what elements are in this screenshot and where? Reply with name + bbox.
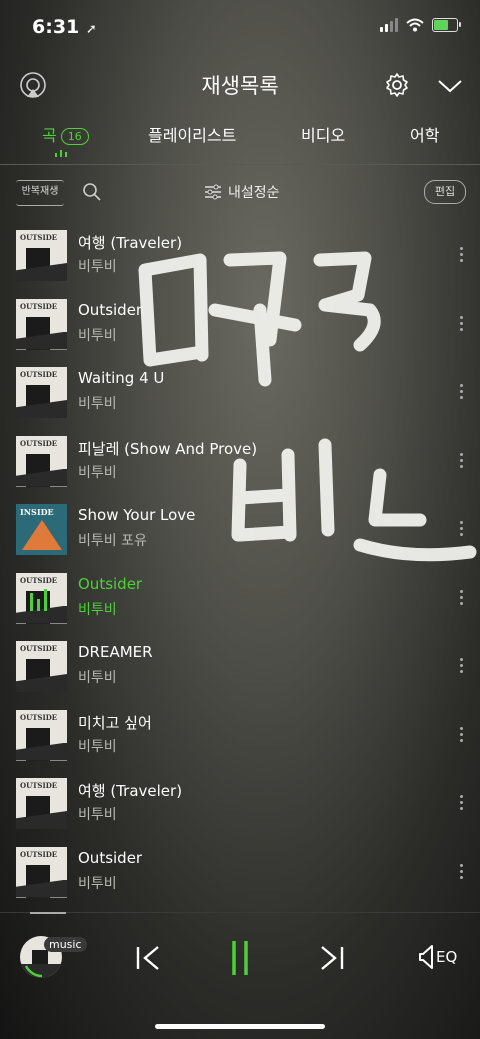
player-divider: [0, 912, 480, 913]
song-title: Waiting 4 U: [78, 369, 165, 387]
tab-songs-label: 곡: [42, 126, 57, 145]
tab-songs[interactable]: 곡 16: [42, 122, 89, 146]
album-art: OUTSIDE: [16, 846, 67, 898]
more-options-icon[interactable]: [460, 384, 464, 402]
song-row[interactable]: OUTSIDE 여행 (Traveler) 비투비: [0, 770, 480, 839]
pause-icon[interactable]: [226, 938, 254, 978]
album-art: OUTSIDE: [16, 298, 67, 350]
tab-active-indicator: [55, 150, 67, 157]
album-art-text: OUTSIDE: [20, 301, 58, 311]
song-row[interactable]: OUTSIDE 여행 (Traveler) 비투비: [0, 222, 480, 291]
tab-playlists[interactable]: 플레이리스트: [148, 122, 236, 146]
more-options-icon[interactable]: [460, 452, 464, 471]
album-art: OUTSIDE: [16, 778, 67, 829]
sort-button[interactable]: 내설정순: [204, 182, 280, 202]
edit-button[interactable]: 편집: [424, 180, 466, 204]
song-artist: 비투비: [78, 259, 117, 275]
more-options-icon[interactable]: [460, 795, 464, 813]
song-artist: 비투비: [78, 327, 117, 344]
album-art-text: INSIDE: [20, 507, 54, 517]
song-row[interactable]: OUTSIDE DREAMER 비투비: [0, 633, 480, 702]
album-art: INSIDE: [16, 504, 67, 555]
song-row[interactable]: OUTSIDE Outsider 비투비: [0, 839, 480, 908]
album-art: OUTSIDE: [16, 435, 67, 487]
album-art-text: OUTSIDE: [20, 712, 58, 722]
more-options-icon[interactable]: [460, 726, 464, 745]
song-title: 미치고 싶어: [78, 713, 152, 732]
song-title: DREAMER: [78, 643, 153, 661]
song-title: Outsider: [78, 300, 143, 319]
album-art-text: OUTSIDE: [20, 370, 58, 379]
album-art-text: OUTSIDE: [20, 644, 58, 653]
location-arrow-icon: ➚: [85, 22, 97, 37]
speaker-icon: [419, 945, 433, 969]
search-icon[interactable]: [82, 182, 102, 202]
song-title: Show Your Love: [78, 506, 196, 524]
next-track-icon[interactable]: [318, 944, 346, 972]
gear-icon[interactable]: [384, 72, 410, 98]
song-row[interactable]: OUTSIDE 미치고 싶어비투비: [0, 702, 480, 771]
more-options-icon[interactable]: [460, 521, 464, 539]
song-title: 여행 (Traveler): [78, 234, 183, 252]
album-art-text: OUTSIDE: [20, 233, 58, 242]
status-icons: [380, 18, 461, 32]
song-artist: 비투비: [78, 875, 117, 892]
song-artist: 비투비: [78, 738, 117, 755]
song-list[interactable]: OUTSIDE 여행 (Traveler) 비투비 OUTSIDE Outsider 비투…: [0, 222, 480, 907]
song-row[interactable]: OUTSIDE Outsider 비투비: [0, 291, 480, 360]
song-artist: 비투비: [78, 464, 117, 481]
battery-icon: [432, 18, 461, 32]
album-art: OUTSIDE: [16, 367, 67, 418]
status-time: 6:31 ➚: [32, 16, 97, 38]
more-options-icon[interactable]: [460, 863, 464, 882]
song-title: Outsider: [78, 574, 143, 593]
repeat-button[interactable]: 반복재생: [16, 180, 64, 206]
song-title: 피날레 (Show And Prove): [78, 439, 258, 458]
tab-divider: [0, 164, 480, 165]
cellular-signal-icon: [380, 18, 398, 32]
song-artist: 비투비 포유: [78, 533, 147, 549]
song-row[interactable]: OUTSIDE 피날레 (Show And Prove) 비투비: [0, 428, 480, 497]
previous-track-icon[interactable]: [134, 944, 162, 972]
album-art-text: OUTSIDE: [20, 849, 58, 859]
song-row[interactable]: INSIDE Show Your Love 비투비 포유: [0, 496, 480, 565]
song-count-badge: 16: [60, 128, 89, 145]
album-art-text: OUTSIDE: [20, 781, 58, 790]
song-title: 여행 (Traveler): [78, 782, 183, 800]
song-artist: 비투비: [78, 396, 117, 412]
more-options-icon[interactable]: [460, 247, 464, 265]
album-art: OUTSIDE: [16, 572, 67, 624]
more-options-icon[interactable]: [460, 658, 464, 676]
song-row[interactable]: OUTSIDE Waiting 4 U 비투비: [0, 359, 480, 428]
tab-language[interactable]: 어학: [410, 122, 439, 146]
song-artist: 비투비: [78, 670, 117, 686]
playback-progress[interactable]: [30, 912, 66, 914]
album-art: OUTSIDE: [16, 709, 67, 761]
home-indicator: [155, 1024, 325, 1029]
song-artist: 비투비: [78, 601, 117, 618]
album-art: OUTSIDE: [16, 641, 67, 692]
album-art-text: OUTSIDE: [20, 575, 58, 585]
eq-label: EQ: [436, 948, 458, 966]
more-options-icon[interactable]: [460, 589, 464, 608]
album-art-text: OUTSIDE: [20, 438, 58, 448]
chevron-down-icon[interactable]: [437, 78, 463, 94]
music-badge: music: [44, 937, 87, 952]
tab-videos[interactable]: 비디오: [301, 122, 345, 146]
more-options-icon[interactable]: [460, 315, 464, 334]
status-time-text: 6:31: [32, 16, 80, 38]
album-art: OUTSIDE: [16, 230, 67, 281]
song-title: Outsider: [78, 848, 143, 867]
sort-sliders-icon: [205, 184, 221, 200]
song-row[interactable]: OUTSIDE Outsider 비투비: [0, 565, 480, 634]
song-artist: 비투비: [78, 807, 117, 823]
now-playing-bars-icon: [30, 588, 47, 611]
wifi-icon: [406, 18, 424, 32]
sort-label: 내설정순: [228, 185, 280, 201]
eq-button[interactable]: EQ: [418, 944, 457, 970]
